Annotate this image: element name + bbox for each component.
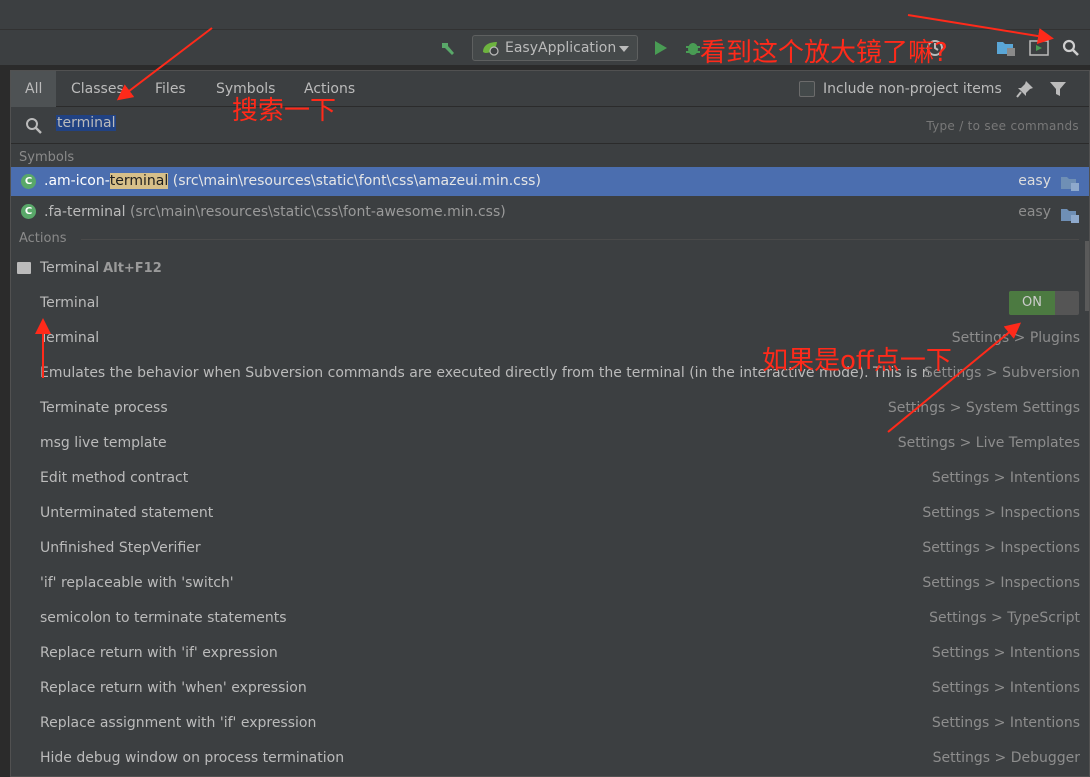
symbol-name: .am-icon-terminal (src\main\resources\st… [44, 173, 541, 189]
action-location: Settings > TypeScript [929, 610, 1080, 626]
list-item[interactable]: Terminal ON [11, 286, 1089, 321]
list-item[interactable]: Terminate process Settings > System Sett… [11, 391, 1089, 426]
action-location: Settings > Live Templates [897, 435, 1080, 451]
list-item[interactable]: C .am-icon-terminal (src\main\resources\… [11, 167, 1089, 196]
action-location: Settings > Inspections [922, 505, 1080, 521]
module-folder-icon [1061, 173, 1079, 191]
scope-tabs: All Classes Files Symbols Actions Includ… [11, 71, 1089, 107]
commands-hint: Type / to see commands [926, 119, 1079, 133]
module-name: easy [1018, 204, 1051, 220]
list-item[interactable]: Replace assignment with 'if' expression … [11, 706, 1089, 741]
annotation-search: 搜索一下 [232, 96, 337, 126]
action-name: Terminal [40, 330, 100, 346]
action-name: Unterminated statement [40, 505, 214, 521]
run-dashboard-icon[interactable] [1029, 38, 1049, 58]
list-item[interactable]: Replace return with 'if' expression Sett… [11, 636, 1089, 671]
action-name: Unfinished StepVerifier [40, 540, 201, 556]
checkbox-box[interactable] [799, 81, 815, 97]
tab-all[interactable]: All [11, 71, 57, 107]
search-input[interactable]: terminal [56, 115, 117, 137]
list-item[interactable]: Unfinished StepVerifier Settings > Inspe… [11, 531, 1089, 566]
action-name: semicolon to terminate statements [40, 610, 287, 626]
list-item[interactable]: Edit method contract Settings > Intentio… [11, 461, 1089, 496]
project-structure-icon[interactable] [996, 38, 1016, 58]
action-name: Terminal Alt+F12 [40, 260, 162, 276]
search-everywhere-popup: All Classes Files Symbols Actions Includ… [10, 70, 1090, 777]
pin-icon[interactable] [1016, 80, 1034, 98]
list-item[interactable]: semicolon to terminate statements Settin… [11, 601, 1089, 636]
list-item[interactable]: Unterminated statement Settings > Inspec… [11, 496, 1089, 531]
module-folder-icon [1061, 204, 1079, 223]
toggle-on-label: ON [1009, 291, 1055, 315]
section-symbols: Symbols [11, 147, 1089, 169]
spring-boot-icon [483, 42, 499, 56]
action-name: Replace return with 'if' expression [40, 645, 278, 661]
list-item[interactable]: 'if' replaceable with 'switch' Settings … [11, 566, 1089, 601]
hammer-icon[interactable] [438, 38, 458, 58]
action-name: Terminal [40, 295, 100, 311]
run-configuration-select[interactable]: EasyApplication [472, 35, 638, 61]
action-name: Replace return with 'when' expression [40, 680, 307, 696]
title-bar [0, 0, 1090, 30]
action-location: Settings > Inspections [922, 575, 1080, 591]
action-name: Hide debug window on process termination [40, 750, 345, 766]
action-name: msg live template [40, 435, 167, 451]
vertical-scrollbar[interactable] [1085, 241, 1089, 311]
plugin-toggle[interactable]: ON [1009, 291, 1079, 315]
action-location: Settings > System Settings [887, 400, 1080, 416]
action-name: Replace assignment with 'if' expression [40, 715, 317, 731]
tab-files[interactable]: Files [155, 71, 186, 107]
terminal-icon [17, 262, 31, 274]
action-location: Settings > Intentions [931, 715, 1080, 731]
search-everywhere-icon[interactable] [1061, 38, 1081, 58]
css-class-icon: C [21, 204, 36, 219]
action-location: Settings > Inspections [922, 540, 1080, 556]
list-item[interactable]: Replace return with 'when' expression Se… [11, 671, 1089, 706]
annotation-off: 如果是off点一下 [762, 346, 952, 376]
section-actions: Actions [11, 228, 1089, 250]
annotation-magnifier: 看到这个放大镜了嘛? [700, 38, 948, 68]
list-item[interactable]: C .fa-terminal (src\main\resources\stati… [11, 197, 1089, 227]
action-location: Settings > Intentions [931, 470, 1080, 486]
symbol-name: .fa-terminal (src\main\resources\static\… [44, 204, 506, 220]
css-class-icon: C [21, 174, 36, 189]
include-non-project-label: Include non-project items [823, 81, 1002, 97]
action-location: Settings > Debugger [932, 750, 1080, 766]
action-name: Terminate process [40, 400, 168, 416]
action-location: Settings > Intentions [931, 680, 1080, 696]
module-name: easy [1018, 173, 1051, 189]
list-item[interactable]: Hide debug window on process termination… [11, 741, 1089, 776]
search-input-value: terminal [56, 115, 117, 131]
action-location: Settings > Intentions [931, 645, 1080, 661]
chevron-down-icon [619, 46, 629, 52]
search-row: terminal Type / to see commands [11, 108, 1089, 144]
filter-icon[interactable] [1049, 80, 1067, 98]
list-item[interactable]: msg live template Settings > Live Templa… [11, 426, 1089, 461]
include-non-project-checkbox[interactable]: Include non-project items [799, 81, 1002, 97]
run-icon[interactable] [651, 38, 671, 58]
action-location: Settings > Plugins [951, 330, 1080, 346]
run-configuration-label: EasyApplication [505, 40, 617, 56]
section-symbols-label: Symbols [19, 150, 75, 165]
action-name: 'if' replaceable with 'switch' [40, 575, 234, 591]
action-name: Edit method contract [40, 470, 189, 486]
tab-classes[interactable]: Classes [71, 71, 124, 107]
section-actions-label: Actions [19, 231, 67, 246]
list-item[interactable]: Terminal Alt+F12 [11, 251, 1089, 286]
search-icon [25, 117, 43, 135]
